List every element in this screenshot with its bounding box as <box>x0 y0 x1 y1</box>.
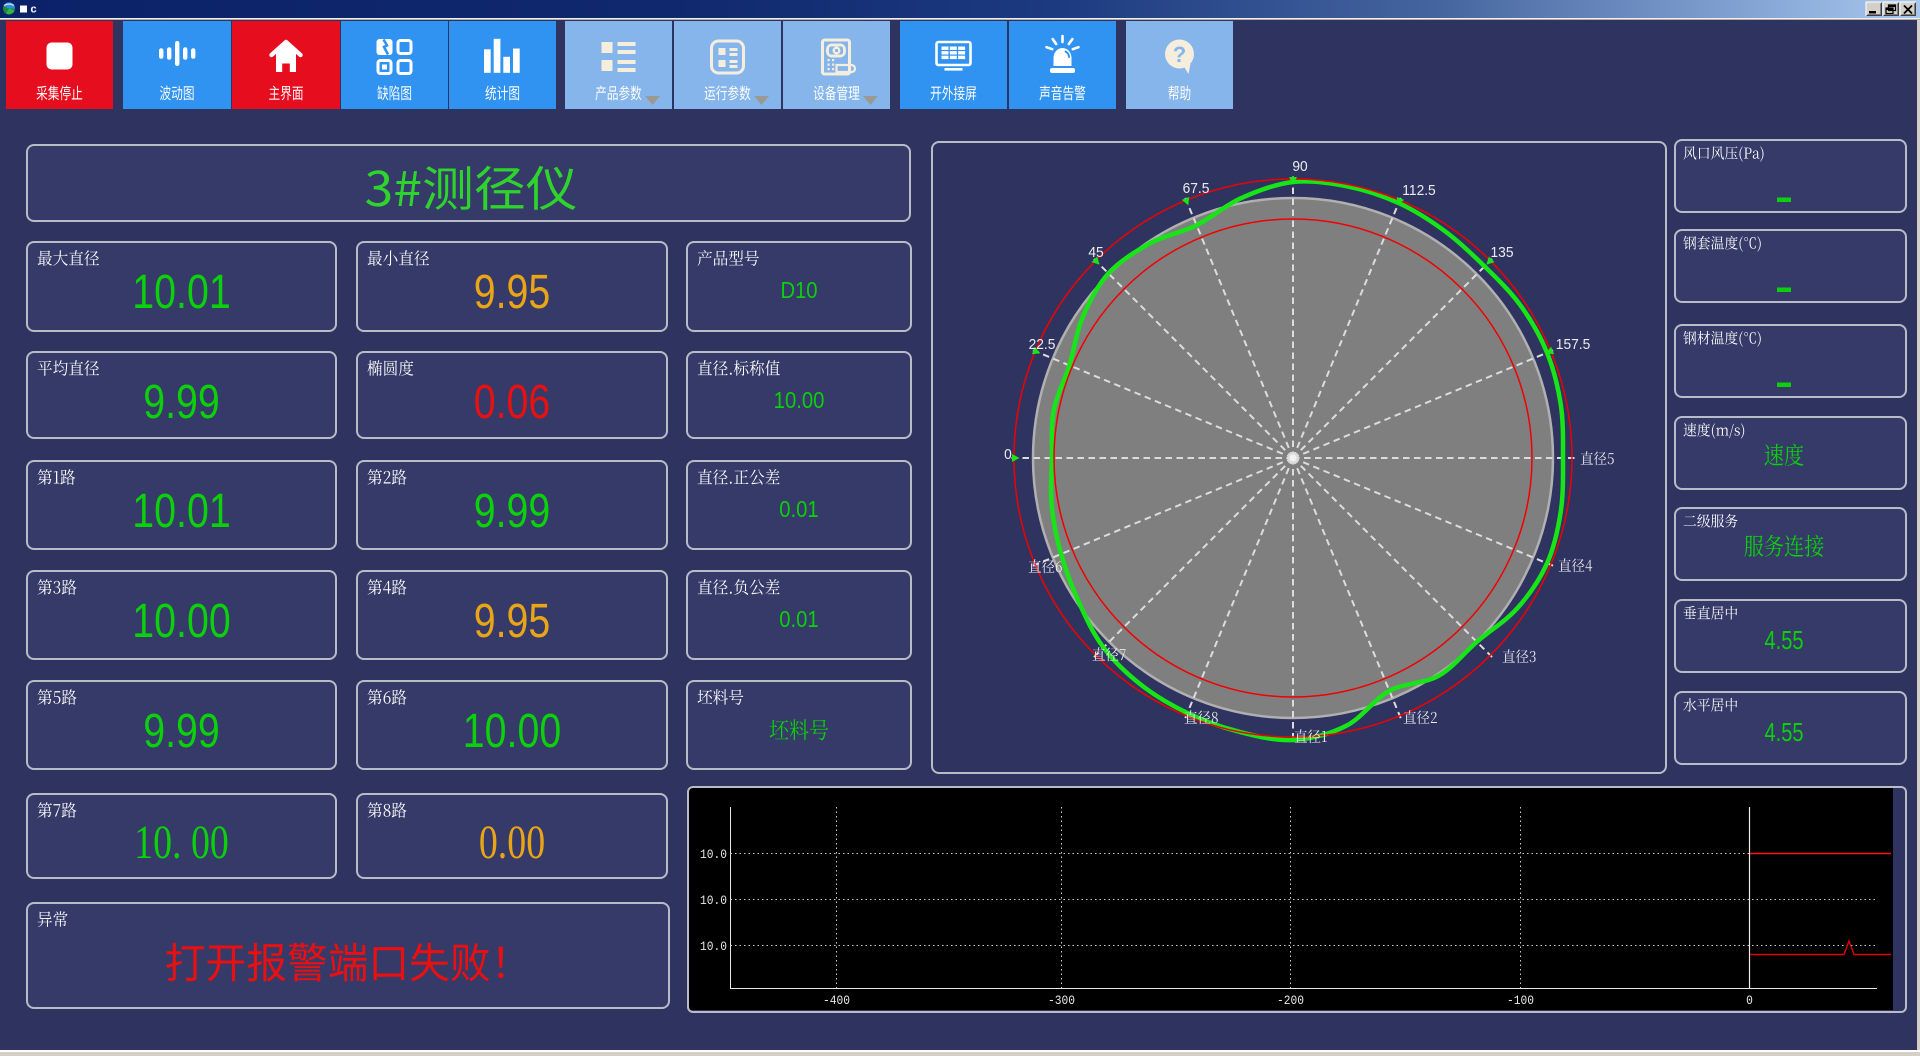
svg-text:?: ? <box>1173 42 1186 67</box>
svg-text:157.5: 157.5 <box>1556 336 1591 352</box>
svg-text:9.95: 9.95 <box>474 594 551 648</box>
svg-text:10.0: 10.0 <box>700 847 727 862</box>
svg-text:0.00: 0.00 <box>479 816 545 869</box>
svg-text:9.99: 9.99 <box>143 375 220 429</box>
svg-text:135: 135 <box>1491 244 1514 260</box>
svg-text:0.06: 0.06 <box>474 375 551 429</box>
svg-text:0.01: 0.01 <box>779 606 818 633</box>
svg-text:D10: D10 <box>780 277 817 304</box>
svg-text:45: 45 <box>1088 244 1103 260</box>
svg-text:10.00: 10.00 <box>463 704 561 758</box>
svg-text:-100: -100 <box>1507 993 1534 1008</box>
svg-text:-200: -200 <box>1277 993 1304 1008</box>
svg-text:-300: -300 <box>1048 993 1075 1008</box>
svg-text:10.00: 10.00 <box>774 387 825 414</box>
svg-text:4.55: 4.55 <box>1765 717 1804 746</box>
svg-text:9.99: 9.99 <box>143 704 220 758</box>
svg-text:10.01: 10.01 <box>132 265 230 319</box>
svg-text:c: c <box>31 4 37 16</box>
svg-text:10.00: 10.00 <box>132 594 230 648</box>
svg-text:67.5: 67.5 <box>1183 180 1210 196</box>
svg-text:-400: -400 <box>823 993 850 1008</box>
svg-text:0: 0 <box>1004 446 1012 462</box>
svg-text:9.95: 9.95 <box>474 265 551 319</box>
svg-text:0: 0 <box>1746 993 1753 1008</box>
svg-text:22.5: 22.5 <box>1029 336 1056 352</box>
svg-text:10.0: 10.0 <box>700 939 727 954</box>
svg-text:0.01: 0.01 <box>779 496 818 523</box>
svg-text:10.01: 10.01 <box>132 484 230 538</box>
svg-text:10. 00: 10. 00 <box>134 816 229 869</box>
svg-text:112.5: 112.5 <box>1402 182 1436 198</box>
svg-text:90: 90 <box>1292 158 1307 174</box>
svg-text:4.55: 4.55 <box>1765 625 1804 654</box>
svg-text:9.99: 9.99 <box>474 484 551 538</box>
svg-text:10.0: 10.0 <box>700 893 727 908</box>
